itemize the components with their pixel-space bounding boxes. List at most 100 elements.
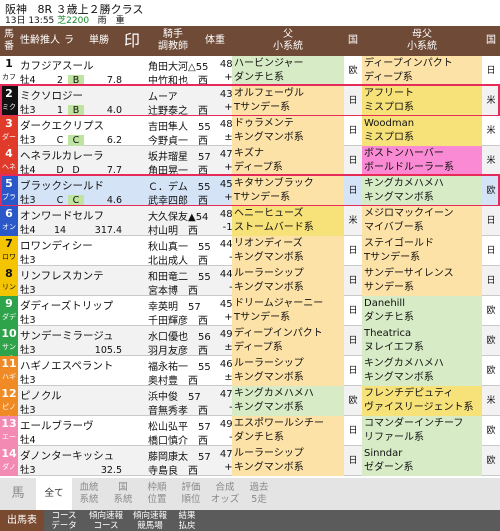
horse-name[interactable]: ダノンターキッシュ [20,448,114,463]
jockey[interactable]: 幸英明 57 [148,298,201,313]
jockey[interactable]: 秋山真一 55 [148,238,211,253]
sire-cell[interactable]: ドリームジャーニー Tサンデー系 [232,296,344,326]
table-row[interactable]: 7 ロワン ロワンディシー 牡3 秋山真一 55 北出成人 西 444-6 リオ… [0,236,500,273]
damsire-cell[interactable]: Theatrica ヌレイエフ系 [362,326,482,356]
table-row[interactable]: 4 ヘネラ ヘネラルカレーラ 牡4 DD 7.7 坂井瑠星 57 角田晃一 西 4 7… [0,146,500,183]
horse-name[interactable]: リンフレスカンテ [20,268,104,283]
trainer[interactable]: 千田輝彦 西 [148,312,208,327]
jockey[interactable]: 和田竜二 55 [148,268,211,283]
jockey[interactable]: 角田大河△55 [148,58,208,73]
horse-name[interactable]: ロワンディシー [20,238,93,253]
jockey[interactable]: 松山弘平 57 [148,418,211,433]
table-row[interactable]: 9 ダディ ダディーズトリップ 牡3 幸英明 57 千田輝彦 西 450+6 ド… [0,296,500,333]
tab-course-data[interactable]: コース データ [44,510,84,531]
tab-entries[interactable]: 出馬表 [0,510,44,531]
trainer[interactable]: 寺島良 西 [148,462,198,477]
horse-name[interactable]: ハギノエスペラント [20,358,113,373]
jockey[interactable]: 福永祐一 55 [148,358,211,373]
table-row[interactable]: 2 ミクソ ミクソロジー 牡31B4.0 ムーア 辻野泰之 西 434+4 オル… [0,86,500,123]
sire-cell[interactable]: キングカメハメハ キングマンボ系 [232,386,344,416]
damsire-cell[interactable]: ステイゴールド Tサンデー系 [362,236,482,266]
bloodline-filter-button[interactable]: 血統 系統 [72,478,106,510]
jockey[interactable]: 水口優也 56 [148,328,211,343]
post-filter-button[interactable]: 枠順 位置 [140,478,174,510]
horse-name[interactable]: ミクソロジー [20,88,83,103]
col-popularity[interactable]: 推人 [40,26,60,56]
trainer[interactable]: 音無秀孝 西 [148,402,208,417]
col-number[interactable]: 馬番 [0,26,18,56]
col-sire[interactable]: 父 小系統 [232,26,344,56]
sire-cell[interactable]: ヘニーヒューズ ストームバード系 [232,206,344,236]
horse-name[interactable]: ピノクル [20,388,62,403]
damsire-cell[interactable]: アフリート ミスプロ系 [362,86,482,116]
sire-cell[interactable]: キズナ ディープ系 [232,146,344,176]
trainer[interactable]: 村山明 西 [148,222,198,237]
trainer[interactable]: 宮本博 西 [148,282,198,297]
col-sex-age[interactable]: 性齢 [20,26,40,56]
col-jockey[interactable]: 騎手 調教師 [148,26,198,56]
table-row[interactable]: 10 サンデ サンデーミラージュ 牡3105.5 水口優也 56 羽月友彦 西 … [0,326,500,363]
table-row[interactable]: 5 ブラッ ブラックシールド 牡3CC4.6 Ｃ．デム 55 武幸四郎 西 45… [0,176,500,213]
country-filter-button[interactable]: 国 系統 [106,478,140,510]
jockey[interactable]: 浜中俊 57 [148,388,201,403]
sire-cell[interactable]: ルーラーシップ キングマンボ系 [232,266,344,296]
tab-trend-course[interactable]: 傾向速報 コース [84,510,128,531]
table-row[interactable]: 1 カフジ カフジアスール 牡42B7.8 角田大河△55 中竹和也 西 484… [0,56,500,93]
tab-results[interactable]: 結果 払戻 [172,510,202,531]
trainer[interactable]: 角田晃一 西 [148,162,208,177]
damsire-cell[interactable]: Danehill ダンチヒ系 [362,296,482,326]
jockey[interactable]: 吉田隼人 55 [148,118,211,133]
sire-cell[interactable]: キタサンブラック Tサンデー系 [232,176,344,206]
sire-cell[interactable]: エスポワールシチー ダンチヒ系 [232,416,344,446]
table-row[interactable]: 3 ダーク ダークエクリプス 牡3CC6.2 吉田隼人 55 今野貞一 西 48… [0,116,500,153]
damsire-cell[interactable]: キングカメハメハ キングマンボ系 [362,176,482,206]
trainer[interactable]: 奥村豊 西 [148,372,198,387]
jockey[interactable]: ムーア [148,88,178,103]
col-weight[interactable]: 体重 [198,26,232,56]
horse-name[interactable]: サンデーミラージュ [20,328,114,343]
trainer[interactable]: 今野貞一 西 [148,132,208,147]
sire-cell[interactable]: ルーラーシップ キングマンボ系 [232,356,344,386]
jockey[interactable]: 藤岡康太 57 [148,448,211,463]
table-row[interactable]: 11 ハギノ ハギノエスペラント 牡3 福永祐一 55 奥村豊 西 462±0 … [0,356,500,393]
col-rank[interactable]: ラ [60,26,78,56]
damsire-cell[interactable]: サンデーサイレンス サンデー系 [362,266,482,296]
trainer[interactable]: 辻野泰之 西 [148,102,208,117]
damsire-cell[interactable]: キングカメハメハ キングマンボ系 [362,356,482,386]
rating-filter-button[interactable]: 評価 順位 [174,478,208,510]
col-mark[interactable]: 印 [118,26,146,56]
sire-cell[interactable]: リオンディーズ キングマンボ系 [232,236,344,266]
trainer[interactable]: 羽月友彦 西 [148,342,208,357]
sire-cell[interactable]: ルーラーシップ キングマンボ系 [232,446,344,476]
horse-name[interactable]: ヘネラルカレーラ [20,148,104,163]
damsire-cell[interactable]: ボストンハーバー ボールドルーラー系 [362,146,482,176]
damsire-cell[interactable]: コマンダーインチーフ リファール系 [362,416,482,446]
damsire-cell[interactable]: フレンチデピュティ ヴァイスリージェント系 [362,386,482,416]
jockey[interactable]: 大久保友▲54 [148,208,208,223]
damsire-cell[interactable]: ディープインパクト ディープ系 [362,56,482,86]
horse-filter-button[interactable]: 馬 [0,478,36,510]
trainer[interactable]: 中竹和也 西 [148,72,208,87]
past-races-button[interactable]: 過去 5走 [242,478,276,510]
table-row[interactable]: 6 オンワ オンワードセルフ 牡414317.4 大久保友▲54 村山明 西 4… [0,206,500,243]
tab-trend-track[interactable]: 傾向速報 競馬場 [128,510,172,531]
horse-name[interactable]: オンワードセルフ [20,208,104,223]
trainer[interactable]: 北出成人 西 [148,252,208,267]
sire-cell[interactable]: ディープインパクト ディープ系 [232,326,344,356]
horse-name[interactable]: ダークエクリプス [20,118,104,133]
sire-cell[interactable]: オルフェーヴル Tサンデー系 [232,86,344,116]
horse-name[interactable]: カフジアスール [20,58,94,73]
horse-name[interactable]: エールブラーヴ [20,418,94,433]
table-row[interactable]: 14 ダノン ダノンターキッシュ 牡332.5 藤岡康太 57 寺島良 西 47… [0,446,500,483]
sire-cell[interactable]: ハービンジャー ダンチヒ系 [232,56,344,86]
table-row[interactable]: 8 リンフ リンフレスカンテ 牡3 和田竜二 55 宮本博 西 440-6 ルー… [0,266,500,303]
table-row[interactable]: 13 エール エールブラーヴ 牡4 松山弘平 57 橋口慎介 西 496-6 エ… [0,416,500,453]
jockey[interactable]: 坂井瑠星 57 [148,148,211,163]
damsire-cell[interactable]: メジロマックイーン マイバブー系 [362,206,482,236]
table-row[interactable]: 12 ピノク ピノクル 牡3 浜中俊 57 音無秀孝 西 478-4 キングカメ… [0,386,500,423]
col-damsire[interactable]: 母父 小系統 [362,26,482,56]
trainer[interactable]: 武幸四郎 西 [148,192,208,207]
combined-odds-button[interactable]: 合成 オッズ [208,478,242,510]
all-filter-button[interactable]: 全て [36,478,72,510]
horse-name[interactable]: ダディーズトリップ [20,298,113,313]
